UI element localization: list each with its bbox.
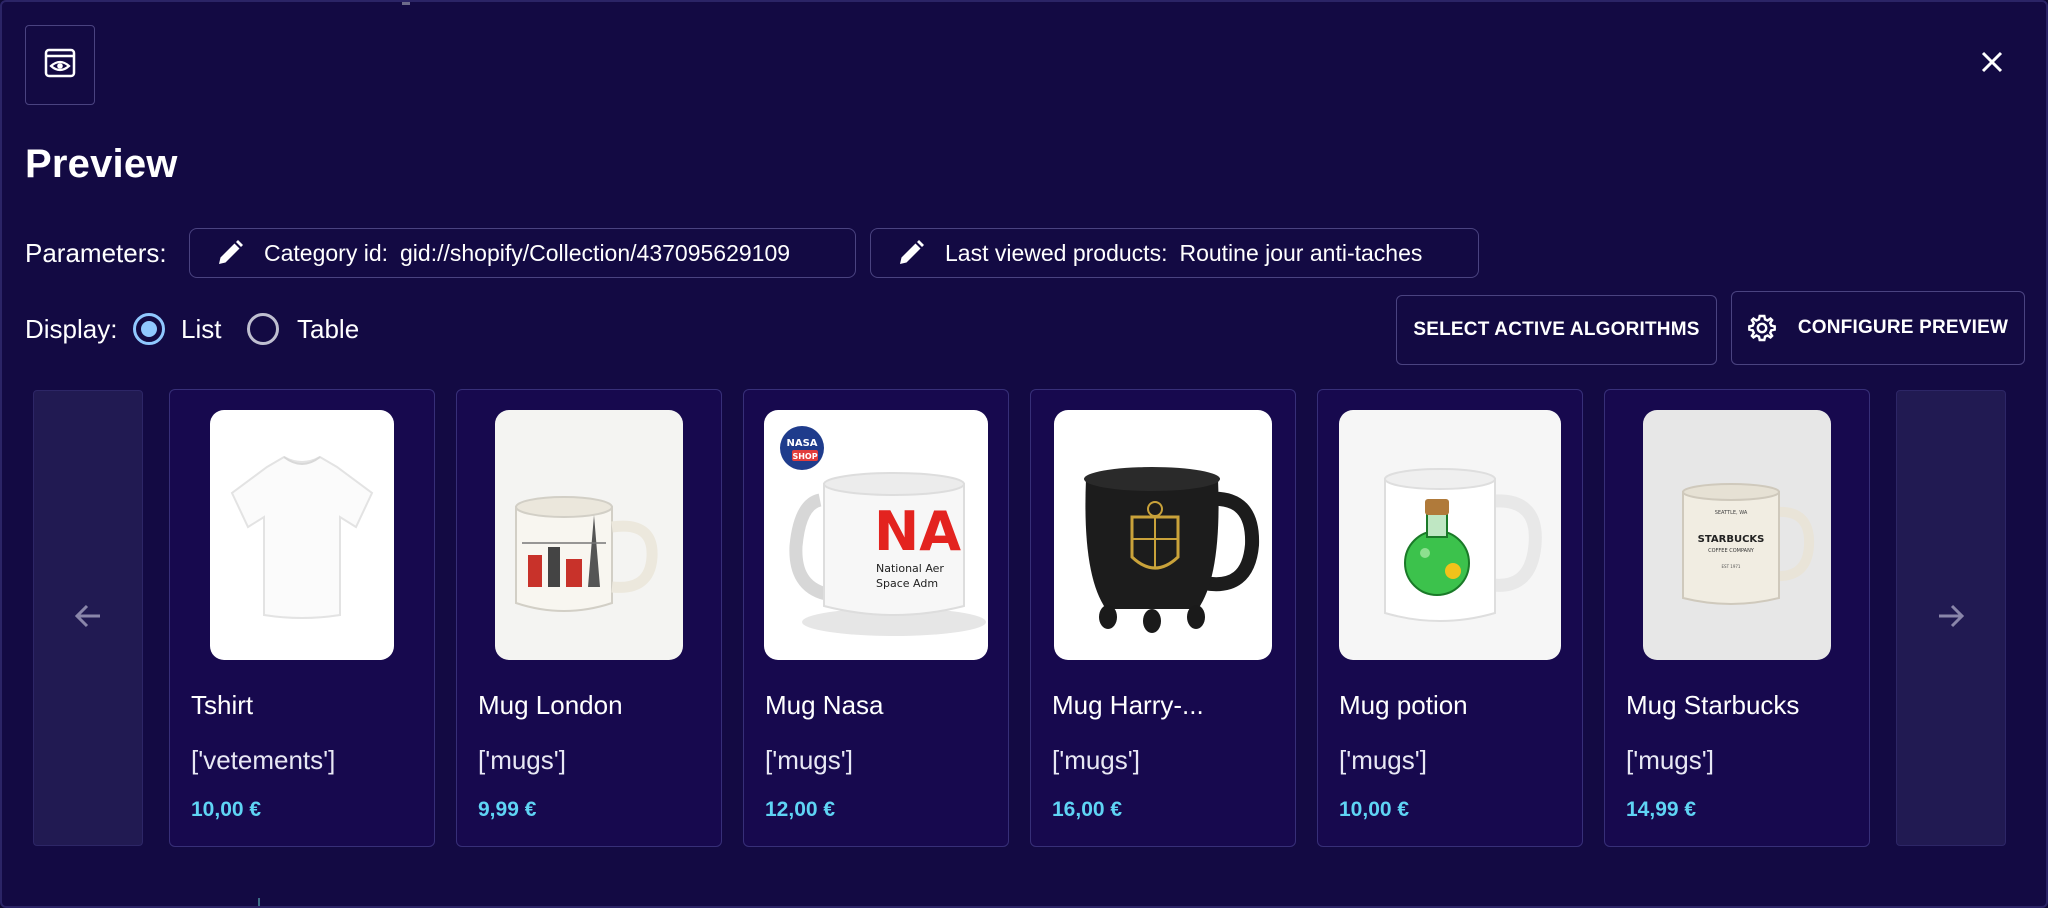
chip-value: gid://shopify/Collection/437095629109 [400,239,791,266]
close-icon [1980,50,2004,79]
product-price: 10,00 € [191,798,262,821]
product-price: 10,00 € [1339,798,1410,821]
product-price: 9,99 € [478,798,537,821]
radio-list-label[interactable]: List [181,314,221,345]
product-image-starbucks-mug: SEATTLE, WA STARBUCKS COFFEE COMPANY EST… [1643,410,1831,660]
select-active-algorithms-label: SELECT ACTIVE ALGORITHMS [1413,319,1700,340]
product-name: Mug Harry-... [1052,690,1204,720]
pencil-icon [897,239,925,267]
product-category: ['mugs'] [478,745,566,775]
product-name: Mug Nasa [765,690,884,720]
eye-icon [44,47,76,84]
top-divider [402,2,410,5]
product-category: ['mugs'] [1339,745,1427,775]
product-image-tshirt [210,410,394,660]
nasa-logo-text: NASA [786,438,817,449]
chip-key: Last viewed products: [945,239,1168,266]
eye-icon-button[interactable] [25,25,95,105]
product-card[interactable]: NASA SHOP NA National Aer Space Adm Mug … [743,389,1009,847]
arrow-right-icon [1936,601,1966,636]
parameters-label: Parameters: [25,238,167,268]
close-button[interactable] [1972,44,2012,84]
last-viewed-products-chip[interactable]: Last viewed products: Routine jour anti-… [870,228,1479,278]
product-image-london-mug [495,410,683,660]
product-image-potion-mug [1339,410,1561,660]
page-title: Preview [25,142,178,186]
pencil-icon [216,239,244,267]
product-name: Mug London [478,690,623,720]
starbucks-mug-est: EST 1971 [1722,564,1741,569]
product-image-nasa-mug: NASA SHOP NA National Aer Space Adm [764,410,988,660]
configure-preview-button[interactable]: CONFIGURE PREVIEW [1731,291,2025,365]
carousel-next-button[interactable] [1896,390,2006,846]
product-category: ['mugs'] [1626,745,1714,775]
arrow-left-icon [73,601,103,636]
product-card[interactable]: Mug potion ['mugs'] 10,00 € [1317,389,1583,847]
nasa-shop-text: SHOP [792,452,817,461]
product-price: 16,00 € [1052,798,1123,821]
chip-key: Category id: [264,239,389,266]
select-active-algorithms-button[interactable]: SELECT ACTIVE ALGORITHMS [1396,295,1717,365]
product-card[interactable]: Tshirt ['vetements'] 10,00 € [169,389,435,847]
category-id-chip[interactable]: Category id: gid://shopify/Collection/43… [189,228,856,278]
product-category: ['mugs'] [765,745,853,775]
radio-table-label[interactable]: Table [297,314,359,345]
product-card[interactable]: Mug London ['mugs'] 9,99 € [456,389,722,847]
bottom-divider [258,898,260,906]
starbucks-mug-company: COFFEE COMPANY [1708,548,1755,554]
display-label: Display: [25,314,118,344]
product-category: ['vetements'] [191,745,336,775]
starbucks-mug-brand: STARBUCKS [1698,534,1765,545]
chip-value: Routine jour anti-taches [1179,239,1423,266]
preview-modal: Preview Parameters: Category id: gid://s… [0,0,2048,908]
product-card[interactable]: Mug Harry-... ['mugs'] 16,00 € [1030,389,1296,847]
product-name: Mug potion [1339,690,1468,720]
product-card[interactable]: SEATTLE, WA STARBUCKS COFFEE COMPANY EST… [1604,389,1870,847]
product-price: 14,99 € [1626,798,1697,821]
product-name: Mug Starbucks [1626,690,1800,720]
product-category: ['mugs'] [1052,745,1140,775]
nasa-mug-logo: NA [874,500,961,563]
nasa-mug-line-1: National Aer [876,562,944,575]
product-image-harry-potter-mug [1054,410,1272,660]
gear-icon [1747,314,1776,342]
configure-preview-label: CONFIGURE PREVIEW [1797,317,2009,338]
radio-list[interactable] [133,313,165,345]
carousel-prev-button[interactable] [33,390,143,846]
radio-table[interactable] [247,313,279,345]
starbucks-mug-city: SEATTLE, WA [1715,510,1748,516]
product-price: 12,00 € [765,798,836,821]
product-name: Tshirt [191,690,254,720]
nasa-mug-line-2: Space Adm [876,577,938,590]
